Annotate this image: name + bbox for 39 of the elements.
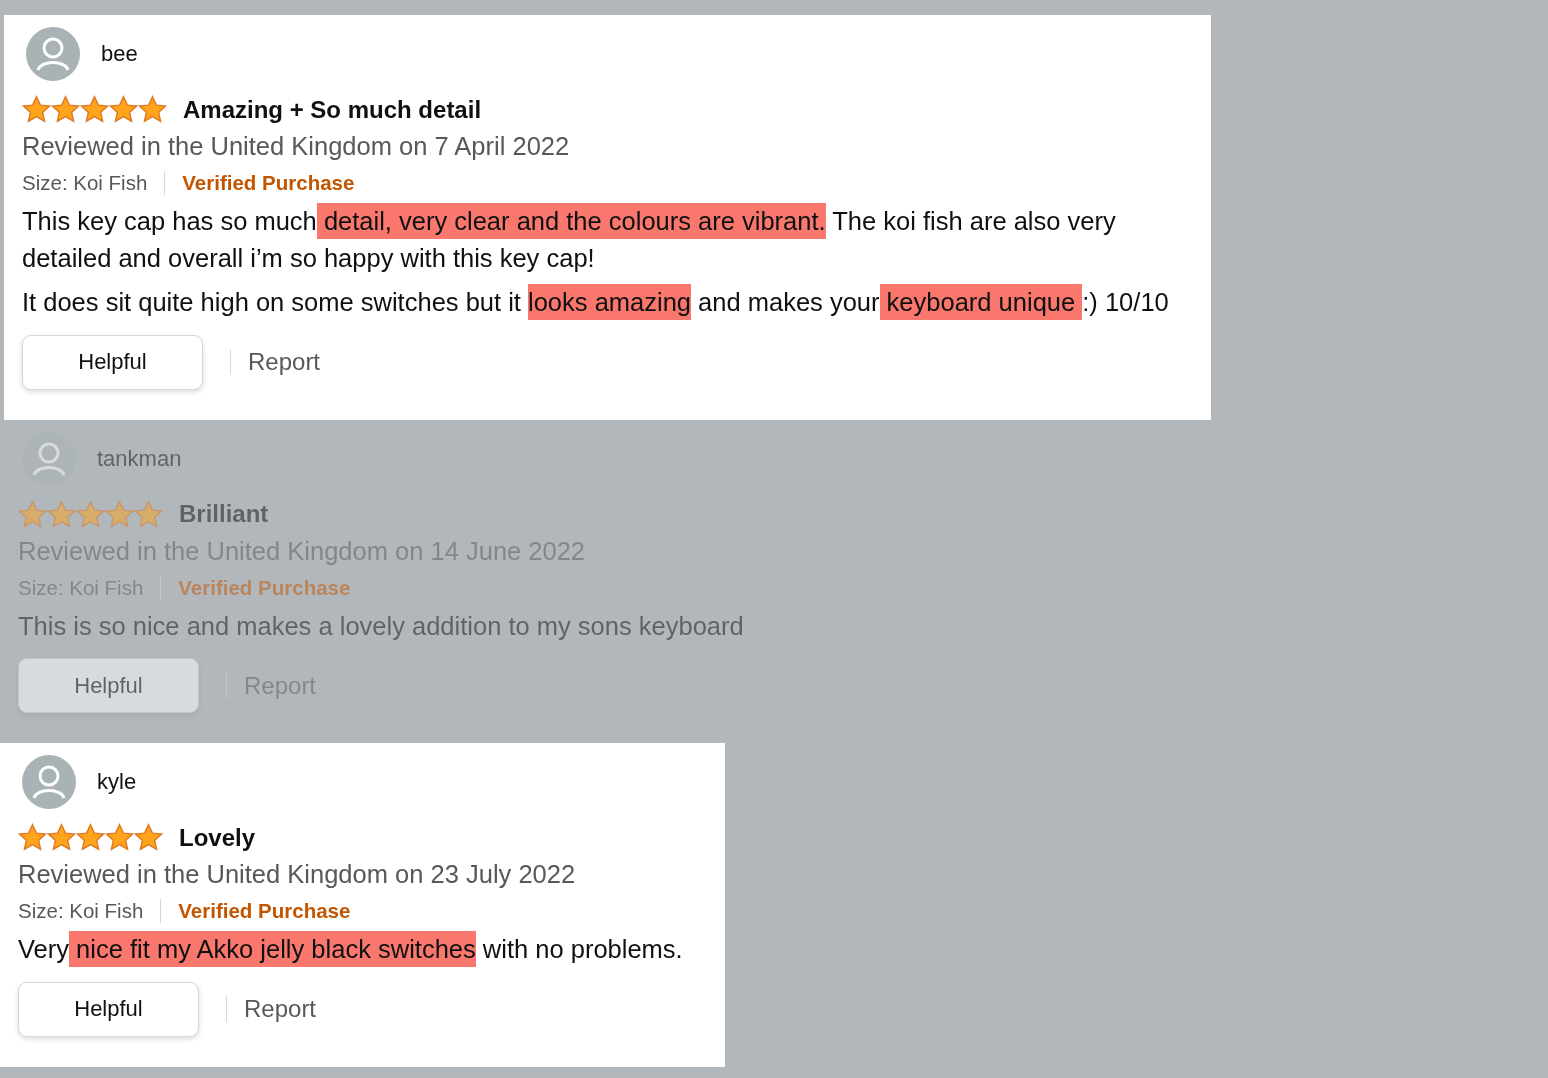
- star-icon: [18, 499, 47, 529]
- star-icon: [109, 95, 138, 124]
- star-icon: [80, 95, 109, 124]
- review-text: This is so nice and makes a lovely addition to my sons keyboard: [18, 610, 744, 642]
- star-icon: [47, 823, 76, 852]
- avatar-icon: [26, 27, 80, 81]
- reviewer-name: bee: [101, 41, 138, 67]
- review-title: Amazing + So much detail: [183, 95, 482, 124]
- star-icon: [76, 499, 105, 529]
- review-title: Lovely: [179, 823, 256, 852]
- reviewer-name: tankman: [97, 445, 182, 472]
- size-label: Size: Koi Fish: [18, 899, 144, 923]
- review-date: Reviewed in the United Kingdom on 23 July 2022: [18, 860, 577, 889]
- review-date: Reviewed in the United Kingdom on 7 April 2022: [22, 132, 571, 161]
- star-icon: [105, 499, 134, 529]
- star-icon: [76, 823, 105, 852]
- review-text: Very nice fit my Akko jelly black switches with no problems.: [18, 931, 683, 968]
- report-link[interactable]: Report: [248, 348, 321, 376]
- avatar-icon: [22, 755, 76, 809]
- star-icon: [22, 95, 51, 124]
- helpful-button[interactable]: Helpful: [18, 981, 199, 1037]
- star-icon: [18, 823, 47, 852]
- star-icon: [134, 499, 163, 529]
- star-icon: [47, 499, 76, 529]
- star-icon: [105, 823, 134, 852]
- reviewer-name: kyle: [97, 769, 137, 795]
- review-title: Brilliant: [179, 500, 269, 528]
- star-icon: [51, 95, 80, 124]
- size-label: Size: Koi Fish: [22, 171, 148, 195]
- verified-purchase-label: Verified Purchase: [178, 899, 351, 923]
- helpful-button[interactable]: Helpful: [18, 658, 199, 713]
- review-text: This key cap has so much detail, very clear and the colours are vibrant. The koi fish are also very detailed and overall i’m so happy with this key cap!: [22, 203, 1169, 276]
- star-icon: [138, 95, 167, 124]
- verified-purchase-label: Verified Purchase: [182, 171, 355, 195]
- helpful-button[interactable]: Helpful: [22, 334, 203, 390]
- star-icon: [134, 823, 163, 852]
- review-text: It does sit quite high on some switches but it looks amazing and makes your keyboard unique :) 10/10: [22, 284, 1169, 321]
- report-link[interactable]: Report: [244, 995, 317, 1023]
- verified-purchase-label: Verified Purchase: [178, 575, 351, 600]
